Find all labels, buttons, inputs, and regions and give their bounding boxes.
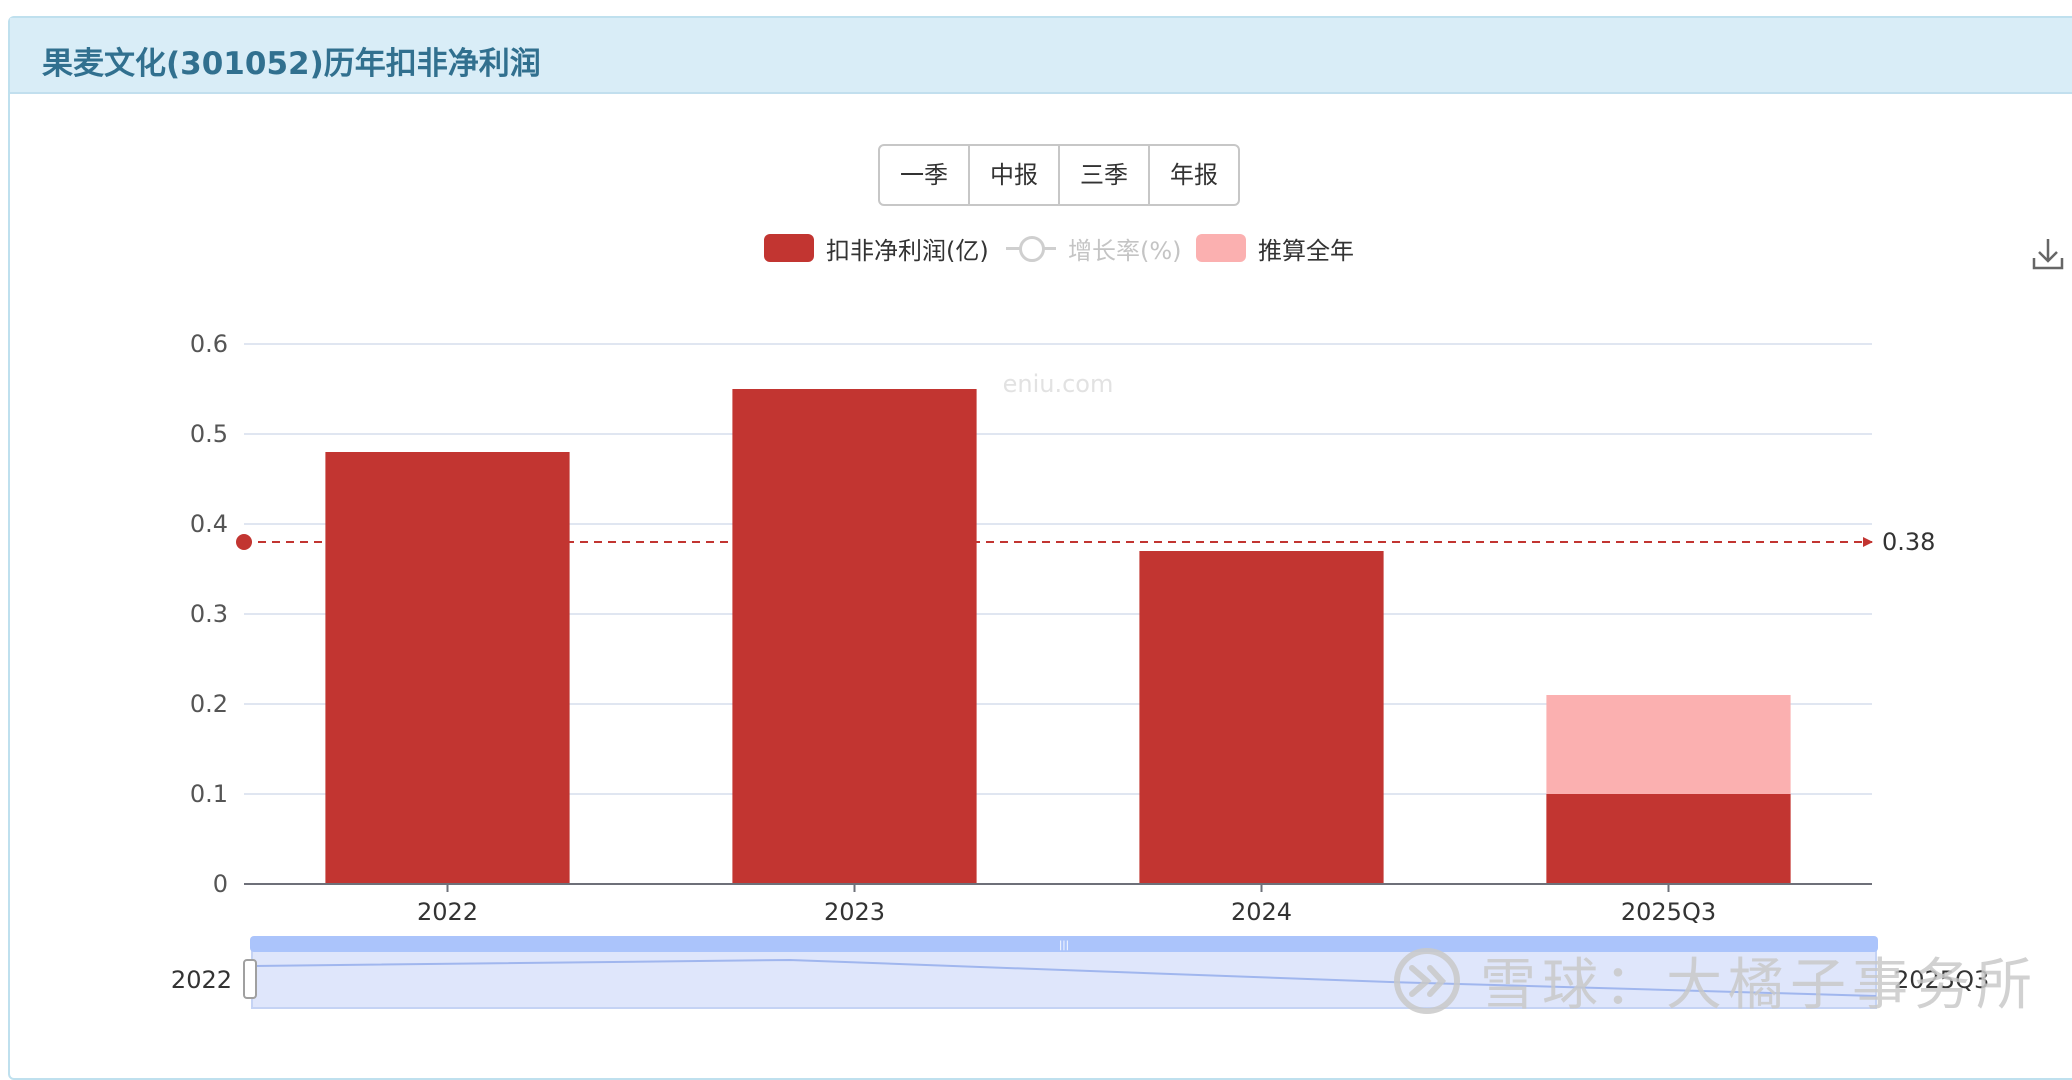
y-axis-tick-labels: 0 0.1 0.2 0.3 0.4 0.5 0.6	[190, 330, 228, 898]
bar-profit-2022	[325, 452, 570, 884]
bar-series	[325, 389, 1791, 884]
x-tick-label: 2023	[824, 898, 885, 926]
data-zoom-left-handle[interactable]	[243, 959, 257, 999]
data-zoom-grip-icon: |||	[1059, 940, 1069, 951]
y-tick-label: 0.4	[190, 510, 228, 538]
y-tick-label: 0	[213, 870, 228, 898]
y-tick-label: 0.1	[190, 780, 228, 808]
y-tick-label: 0.3	[190, 600, 228, 628]
x-tick-label: 2022	[417, 898, 478, 926]
x-tick-label: 2024	[1231, 898, 1292, 926]
bar-profit-2025Q3	[1546, 794, 1791, 884]
overlay-watermark-text: 雪球：大橘子事务所	[1480, 953, 2038, 1018]
y-tick-label: 0.6	[190, 330, 228, 358]
y-tick-label: 0.2	[190, 690, 228, 718]
bar-profit-2023	[732, 389, 977, 884]
overlay-watermark: 雪球：大橘子事务所	[1392, 940, 2038, 1021]
x-axis-tick-labels: 2022 2023 2024 2025Q3	[417, 884, 1716, 926]
bar-profit-2024	[1139, 551, 1384, 884]
data-zoom-start-label: 2022	[171, 966, 232, 994]
x-tick-label: 2025Q3	[1621, 898, 1716, 926]
average-line-label: 0.38	[1882, 528, 1935, 556]
xueqiu-logo-icon	[1394, 947, 1460, 1014]
bar-chart: eniu.com 00.10.20.30.40.50.6 2022 2023 202…	[171, 330, 1989, 1009]
y-tick-label: 0.5	[190, 420, 228, 448]
chart-watermark: eniu.com	[1003, 370, 1114, 398]
